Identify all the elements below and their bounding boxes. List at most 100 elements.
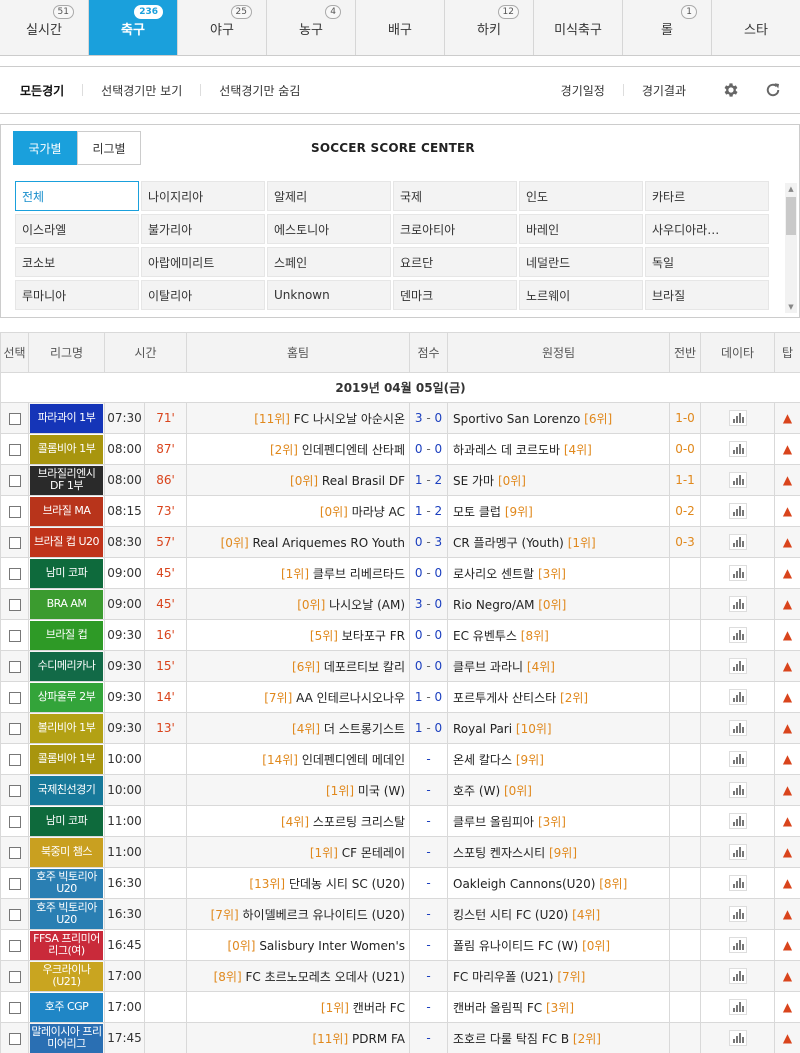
country-item[interactable]: 네덜란드 [519, 247, 643, 277]
away-team-cell[interactable]: 모토 클럽 [9위] [447, 495, 670, 527]
away-team-cell[interactable]: 호주 (W) [0위] [447, 774, 670, 806]
league-badge[interactable]: BRA AM [30, 589, 103, 619]
home-team-cell[interactable]: [7위] 하이델베르크 유나이티드 (U20) [186, 898, 410, 930]
away-team-cell[interactable]: Oakleigh Cannons(U20) [8위] [447, 867, 670, 899]
country-item[interactable]: 아랍에미리트 [141, 247, 265, 277]
home-team-cell[interactable]: [7위] AA 인테르나시오나우 [186, 681, 410, 713]
select-checkbox[interactable] [8, 536, 21, 549]
country-item[interactable]: 사우디아라… [645, 214, 769, 244]
country-item[interactable]: 노르웨이 [519, 280, 643, 310]
expand-arrow-icon[interactable]: ▲ [783, 907, 792, 921]
home-team-cell[interactable]: [13위] 단데농 시티 SC (U20) [186, 867, 410, 899]
home-team-cell[interactable]: [4위] 스포르팅 크리스탈 [186, 805, 410, 837]
select-checkbox[interactable] [8, 567, 21, 580]
select-checkbox[interactable] [8, 877, 21, 890]
bar-chart-icon[interactable] [728, 441, 747, 457]
league-badge[interactable]: 호주 CGP [30, 992, 103, 1022]
bar-chart-icon[interactable] [728, 503, 747, 519]
sport-tab[interactable]: 스타 [712, 0, 800, 55]
country-item[interactable]: Unknown [267, 280, 391, 310]
select-checkbox[interactable] [8, 505, 21, 518]
home-team-cell[interactable]: [1위] 미국 (W) [186, 774, 410, 806]
country-item[interactable]: 이탈리아 [141, 280, 265, 310]
expand-arrow-icon[interactable]: ▲ [783, 814, 792, 828]
home-team-cell[interactable]: [1위] CF 몬테레이 [186, 836, 410, 868]
away-team-cell[interactable]: EC 유벤투스 [8위] [447, 619, 670, 651]
away-team-cell[interactable]: 캔버라 올림픽 FC [3위] [447, 991, 670, 1023]
select-checkbox[interactable] [8, 753, 21, 766]
bar-chart-icon[interactable] [728, 751, 747, 767]
away-team-cell[interactable]: 클루브 과라니 [4위] [447, 650, 670, 682]
select-checkbox[interactable] [8, 846, 21, 859]
expand-arrow-icon[interactable]: ▲ [783, 752, 792, 766]
filter-hide-selected[interactable]: 선택경기만 숨김 [201, 82, 318, 99]
bar-chart-icon[interactable] [728, 875, 747, 891]
away-team-cell[interactable]: CR 플라멩구 (Youth) [1위] [447, 526, 670, 558]
filter-all-games[interactable]: 모든경기 [12, 82, 82, 99]
select-checkbox[interactable] [8, 598, 21, 611]
bar-chart-icon[interactable] [728, 1030, 747, 1046]
league-badge[interactable]: 파라과이 1부 [30, 403, 103, 433]
bar-chart-icon[interactable] [728, 720, 747, 736]
home-team-cell[interactable]: [0위] 마라냥 AC [186, 495, 410, 527]
expand-arrow-icon[interactable]: ▲ [783, 783, 792, 797]
league-badge[interactable]: 북중미 챔스 [30, 837, 103, 867]
league-badge[interactable]: 말레이시아 프리미어리그 [30, 1023, 103, 1053]
country-item[interactable]: 스페인 [267, 247, 391, 277]
away-team-cell[interactable]: Sportivo San Lorenzo [6위] [447, 402, 670, 434]
country-item[interactable]: 나이지리아 [141, 181, 265, 211]
expand-arrow-icon[interactable]: ▲ [783, 442, 792, 456]
league-badge[interactable]: 브라질리엔시 DF 1부 [30, 465, 103, 495]
expand-arrow-icon[interactable]: ▲ [783, 411, 792, 425]
league-badge[interactable]: 우크라이나(U21) [30, 961, 103, 991]
expand-arrow-icon[interactable]: ▲ [783, 566, 792, 580]
tab-by-country[interactable]: 국가별 [13, 131, 77, 165]
bar-chart-icon[interactable] [728, 410, 747, 426]
expand-arrow-icon[interactable]: ▲ [783, 721, 792, 735]
league-badge[interactable]: 남미 코파 [30, 806, 103, 836]
away-team-cell[interactable]: FC 마리우폴 (U21) [7위] [447, 960, 670, 992]
select-checkbox[interactable] [8, 412, 21, 425]
results-link[interactable]: 경기결과 [624, 82, 704, 99]
sport-tab[interactable]: 배구 [356, 0, 445, 55]
away-team-cell[interactable]: 포르투게사 산티스타 [2위] [447, 681, 670, 713]
sport-tab[interactable]: 미식축구 [534, 0, 623, 55]
country-item[interactable]: 독일 [645, 247, 769, 277]
away-team-cell[interactable]: Rio Negro/AM [0위] [447, 588, 670, 620]
league-badge[interactable]: 국제친선경기 [30, 775, 103, 805]
home-team-cell[interactable]: [6위] 데포르티보 칼리 [186, 650, 410, 682]
away-team-cell[interactable]: 킹스턴 시티 FC (U20) [4위] [447, 898, 670, 930]
select-checkbox[interactable] [8, 443, 21, 456]
country-item[interactable]: 요르단 [393, 247, 517, 277]
country-item[interactable]: 코소보 [15, 247, 139, 277]
bar-chart-icon[interactable] [728, 844, 747, 860]
select-checkbox[interactable] [8, 722, 21, 735]
bar-chart-icon[interactable] [728, 782, 747, 798]
expand-arrow-icon[interactable]: ▲ [783, 690, 792, 704]
away-team-cell[interactable]: 온세 칼다스 [9위] [447, 743, 670, 775]
country-item[interactable]: 에스토니아 [267, 214, 391, 244]
league-badge[interactable]: 콜롬비아 1부 [30, 744, 103, 774]
expand-arrow-icon[interactable]: ▲ [783, 938, 792, 952]
country-scrollbar[interactable]: ▲ ▼ [785, 183, 797, 313]
scroll-down-icon[interactable]: ▼ [785, 301, 797, 313]
country-item[interactable]: 브라질 [645, 280, 769, 310]
expand-arrow-icon[interactable]: ▲ [783, 597, 792, 611]
select-checkbox[interactable] [8, 939, 21, 952]
home-team-cell[interactable]: [5위] 보타포구 FR [186, 619, 410, 651]
away-team-cell[interactable]: Royal Pari [10위] [447, 712, 670, 744]
bar-chart-icon[interactable] [728, 906, 747, 922]
select-checkbox[interactable] [8, 784, 21, 797]
country-item[interactable]: 크로아티아 [393, 214, 517, 244]
expand-arrow-icon[interactable]: ▲ [783, 628, 792, 642]
country-item[interactable]: 덴마크 [393, 280, 517, 310]
country-item[interactable]: 불가리아 [141, 214, 265, 244]
select-checkbox[interactable] [8, 1032, 21, 1045]
bar-chart-icon[interactable] [728, 999, 747, 1015]
league-badge[interactable]: 호주 빅토리아 U20 [30, 868, 103, 898]
scroll-thumb[interactable] [786, 197, 796, 235]
home-team-cell[interactable]: [0위] Real Brasil DF [186, 464, 410, 496]
country-item[interactable]: 바레인 [519, 214, 643, 244]
league-badge[interactable]: 브라질 컵 U20 [30, 527, 103, 557]
expand-arrow-icon[interactable]: ▲ [783, 659, 792, 673]
